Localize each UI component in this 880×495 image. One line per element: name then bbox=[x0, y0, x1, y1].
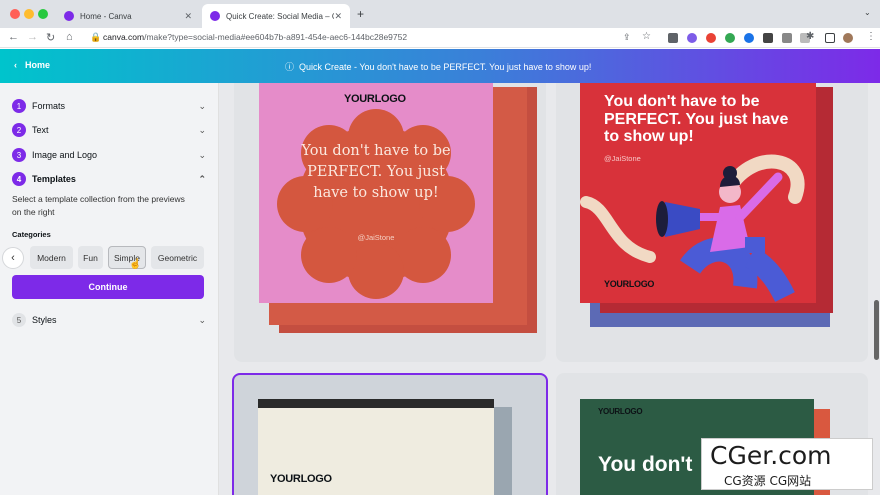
template-preview: YOURLOGO You don't have to be PERFECT. Y… bbox=[259, 83, 493, 303]
template-logo: YOURLOGO bbox=[270, 473, 332, 485]
step-image-and-logo[interactable]: 3 Image and Logo ⌄ bbox=[12, 147, 206, 163]
chevron-left-icon: ‹ bbox=[14, 60, 17, 70]
template-preview: You don't have to be PERFECT. You just h… bbox=[580, 83, 816, 303]
forward-arrow-icon[interactable]: → bbox=[27, 31, 38, 43]
scalloped-circle-shape bbox=[277, 109, 475, 299]
tab-search-chevron-icon[interactable]: ⌄ bbox=[864, 8, 871, 17]
reload-icon[interactable]: ↻ bbox=[46, 31, 55, 44]
canva-favicon-icon bbox=[210, 11, 220, 21]
chevron-down-icon: ⌄ bbox=[198, 100, 206, 111]
template-quote: You don't bbox=[598, 453, 693, 476]
info-icon: ⓘ bbox=[285, 62, 295, 72]
address-bar[interactable]: canva.com/make?type=social-media#ee604b7… bbox=[103, 32, 407, 42]
browser-toolbar: ← → ↻ ⌂ 🔒 canva.com/make?type=social-med… bbox=[0, 28, 880, 48]
categories-scroll-left-button[interactable]: ‹ bbox=[2, 247, 24, 269]
step-templates[interactable]: 4 Templates ⌃ bbox=[12, 171, 206, 187]
lock-icon: 🔒 bbox=[90, 32, 102, 42]
extension-icon[interactable] bbox=[782, 33, 792, 43]
zoom-window-button[interactable] bbox=[38, 9, 48, 19]
step-text[interactable]: 2 Text ⌄ bbox=[12, 122, 206, 138]
close-tab-icon[interactable]: ✕ bbox=[334, 11, 342, 22]
category-chip-fun[interactable]: Fun bbox=[78, 246, 103, 269]
template-logo: YOURLOGO bbox=[344, 93, 406, 105]
pointer-cursor-icon: ☝ bbox=[129, 259, 142, 270]
step-styles[interactable]: 5 Styles ⌄ bbox=[12, 312, 206, 328]
close-tab-icon[interactable]: ✕ bbox=[184, 11, 192, 22]
extension-icon[interactable] bbox=[763, 33, 773, 43]
profile-avatar[interactable] bbox=[843, 33, 853, 43]
template-handle: @JaiStone bbox=[357, 233, 395, 242]
category-chip-geometric[interactable]: Geometric bbox=[151, 246, 204, 269]
vertical-scrollbar[interactable] bbox=[874, 300, 879, 360]
bookmark-star-icon[interactable]: ☆ bbox=[642, 31, 651, 42]
browser-tab-strip: Home - Canva ✕ Quick Create: Social Medi… bbox=[0, 0, 880, 28]
extension-icon[interactable] bbox=[744, 33, 754, 43]
share-icon[interactable]: ⇪ bbox=[623, 32, 631, 43]
banner-message: ⓘ Quick Create - You don't have to be PER… bbox=[285, 62, 592, 72]
chevron-down-icon: ⌄ bbox=[198, 149, 206, 160]
browser-menu-icon[interactable]: ⋮ bbox=[866, 31, 876, 42]
chevron-down-icon: ⌄ bbox=[198, 124, 206, 135]
minimize-window-button[interactable] bbox=[24, 9, 34, 19]
side-panel-icon[interactable] bbox=[825, 33, 835, 43]
template-card-red[interactable]: You don't have to be PERFECT. You just h… bbox=[556, 83, 868, 362]
template-preview: YOURLOGO bbox=[258, 399, 494, 495]
extension-icon[interactable] bbox=[725, 33, 735, 43]
template-card-pink[interactable]: YOURLOGO You don't have to be PERFECT. Y… bbox=[234, 83, 546, 362]
home-icon[interactable]: ⌂ bbox=[66, 31, 73, 43]
template-quote: You don't have to be PERFECT. You just h… bbox=[301, 143, 451, 201]
new-tab-button[interactable]: + bbox=[357, 7, 364, 21]
continue-button[interactable]: Continue bbox=[12, 275, 204, 299]
category-chip-modern[interactable]: Modern bbox=[30, 246, 73, 269]
watermark: CGer.com CG资源 CG网站 bbox=[701, 438, 873, 490]
browser-tab-home[interactable]: Home - Canva ✕ bbox=[56, 4, 200, 28]
templates-description: Select a template collection from the pr… bbox=[12, 194, 185, 217]
template-logo: YOURLOGO bbox=[604, 279, 655, 289]
canva-favicon-icon bbox=[64, 11, 74, 21]
step-formats[interactable]: 1 Formats ⌄ bbox=[12, 98, 206, 114]
browser-tab-quick-create[interactable]: Quick Create: Social Media – C ✕ bbox=[202, 4, 350, 28]
quick-create-sidebar: 1 Formats ⌄ 2 Text ⌄ 3 Image and Logo ⌄ … bbox=[0, 83, 219, 495]
template-logo: YOURLOGO bbox=[598, 407, 643, 416]
chevron-down-icon: ⌄ bbox=[198, 314, 206, 325]
home-link[interactable]: ‹ Home bbox=[14, 60, 50, 70]
close-window-button[interactable] bbox=[10, 9, 20, 19]
extension-icon[interactable] bbox=[668, 33, 678, 43]
chevron-up-icon: ⌃ bbox=[198, 173, 206, 184]
quick-create-banner: ‹ Home ⓘ Quick Create - You don't have to … bbox=[0, 49, 880, 83]
template-preview-grid: YOURLOGO You don't have to be PERFECT. Y… bbox=[219, 83, 880, 495]
extensions-puzzle-icon[interactable]: ✱ bbox=[806, 31, 814, 42]
extension-icon[interactable] bbox=[687, 33, 697, 43]
extension-icon[interactable] bbox=[706, 33, 716, 43]
categories-label: Categories bbox=[12, 230, 51, 239]
back-arrow-icon[interactable]: ← bbox=[8, 31, 19, 43]
template-card-cream[interactable]: YOURLOGO bbox=[232, 373, 548, 495]
